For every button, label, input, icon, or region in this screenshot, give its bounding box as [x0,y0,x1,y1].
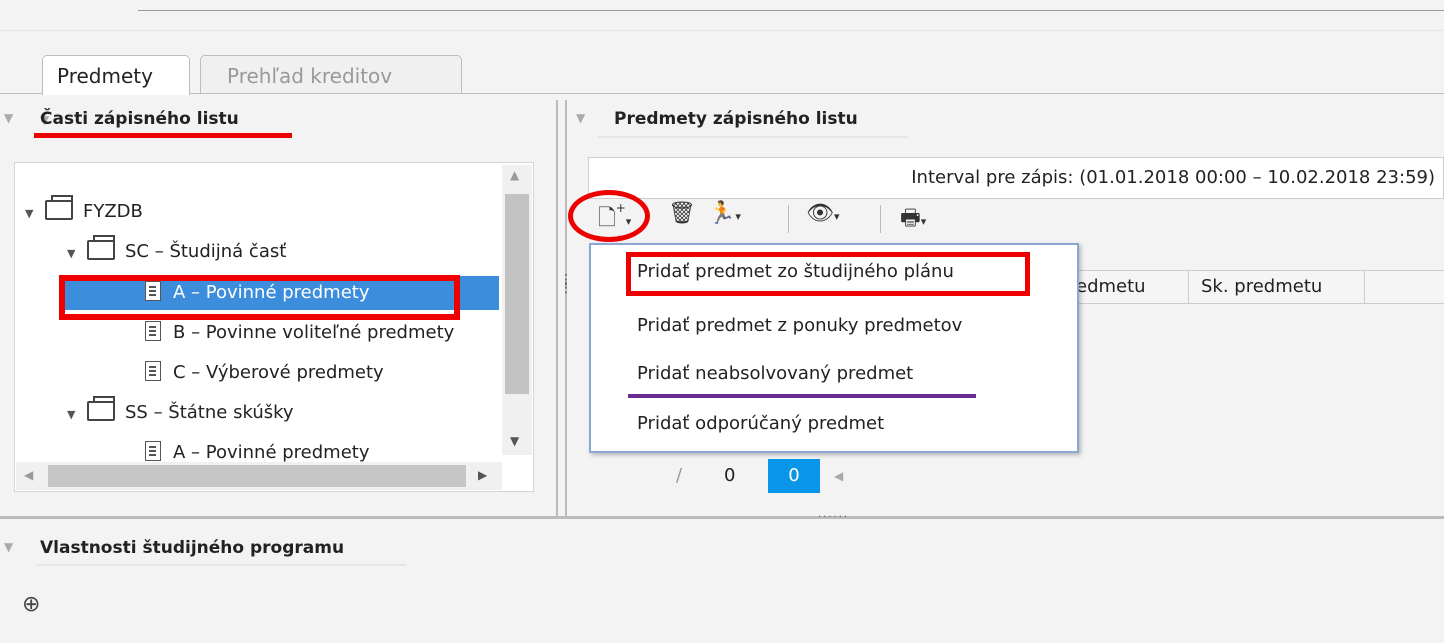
column-header-empty[interactable] [1364,271,1444,303]
left-title-annotation-underline [34,133,292,138]
runner-icon[interactable]: 🏃▾ [708,201,741,226]
scroll-left-icon[interactable]: ◀ [24,468,33,482]
pager-prev-icon[interactable]: ◀ [834,459,843,493]
column-header[interactable]: edmetu [1064,271,1188,303]
tree-node-label: SS – Štátne skúšky [125,402,294,423]
document-icon [145,441,161,461]
horizontal-splitter[interactable] [0,516,1444,519]
top-divider [138,10,1444,11]
toolbar: 🗋+▾ 🗑 🏃▾ 👁▾ 🖶▾ [588,201,1444,237]
panel-splitter-2[interactable] [565,100,567,518]
interval-bar: Interval pre zápis: (01.01.2018 00:00 – … [588,157,1444,199]
printer-icon[interactable]: 🖶▾ [900,201,926,239]
menu-item-add-unpassed[interactable]: Pridať neabsolvovaný predmet [637,363,913,384]
scroll-up-icon[interactable]: ▲ [510,168,519,182]
pager-current-page[interactable]: 0 [768,459,820,493]
column-header[interactable]: Sk. predmetu [1188,271,1364,303]
menu-item-annotation-box [626,252,1030,296]
folder-icon [45,195,73,220]
tab-baseline [0,93,1444,94]
tree-horizontal-scroll-thumb[interactable] [48,465,466,487]
expand-arrow-icon[interactable]: ▼ [67,237,81,271]
tree-node-sc-b[interactable]: B – Povinne voliteľné predmety [145,316,503,350]
table-header: edmetu Sk. predmetu [1064,270,1444,304]
document-icon [145,321,161,341]
bottom-panel-title-bar [36,564,406,566]
expand-arrow-icon[interactable]: ▼ [25,197,39,231]
folder-icon [87,235,115,260]
trash-icon[interactable]: 🗑 [668,201,696,226]
tree-node-fyzdb[interactable]: ▼ FYZDB [25,195,143,229]
tree-node-sc-c[interactable]: C – Výberové predmety [145,356,384,390]
panel-splitter[interactable] [556,100,558,518]
new-button-annotation-circle [568,190,650,242]
horizontal-splitter-grip-icon[interactable]: ······ [818,512,849,523]
menu-item-add-recommended[interactable]: Pridať odporúčaný predmet [637,413,884,434]
right-panel-title: Predmety zápisného listu [614,109,858,129]
expand-arrow-icon[interactable]: ▼ [67,398,81,432]
left-collapse-icon[interactable]: ▼ [4,111,13,125]
menu-item-add-from-offer[interactable]: Pridať predmet z ponuky predmetov [637,315,962,336]
parts-tree: ▼ FYZDB ▼ SC – Študijná časť A – Povinné p… [14,162,534,492]
document-icon [145,361,161,381]
pager-count: 0 [724,465,736,486]
tree-vertical-scroll-thumb[interactable] [505,194,529,394]
left-panel-title: Časti zápisného listu [40,109,239,129]
zoom-in-icon[interactable]: ⊕ [22,592,40,617]
right-collapse-icon[interactable]: ▼ [576,111,585,125]
tree-node-label: A – Povinné predmety [173,442,370,463]
tab-prehlad-kreditov[interactable]: Prehľad kreditov [200,55,462,93]
pager-separator: / [676,465,683,486]
menu-item-annotation-underline [628,394,976,398]
bottom-collapse-icon[interactable]: ▼ [4,540,13,554]
top-bar [0,0,1444,38]
right-panel-title-bar [598,136,908,138]
tree-node-label: C – Výberové predmety [173,362,384,383]
folder-icon [87,396,115,421]
tab-predmety[interactable]: Predmety [42,55,190,95]
eye-icon[interactable]: 👁▾ [806,201,839,226]
tree-node-label: B – Povinne voliteľné predmety [173,322,455,343]
tree-node-sc[interactable]: ▼ SC – Študijná časť [67,235,286,269]
selection-annotation-box [59,275,460,320]
tree-node-ss[interactable]: ▼ SS – Štátne skúšky [67,396,294,430]
scroll-right-icon[interactable]: ▶ [478,468,487,482]
tree-node-label: FYZDB [83,201,143,222]
toolbar-separator [788,205,789,233]
splitter-grip-icon[interactable]: ⋮ ⋮ [559,273,573,295]
scroll-down-icon[interactable]: ▼ [510,434,519,448]
bottom-panel-title: Vlastnosti študijného programu [40,538,345,558]
top-divider-2 [0,30,1444,31]
tree-node-label: SC – Študijná časť [125,241,287,262]
toolbar-separator [880,205,881,233]
pager: / 0 0 ◀ [588,459,1444,493]
